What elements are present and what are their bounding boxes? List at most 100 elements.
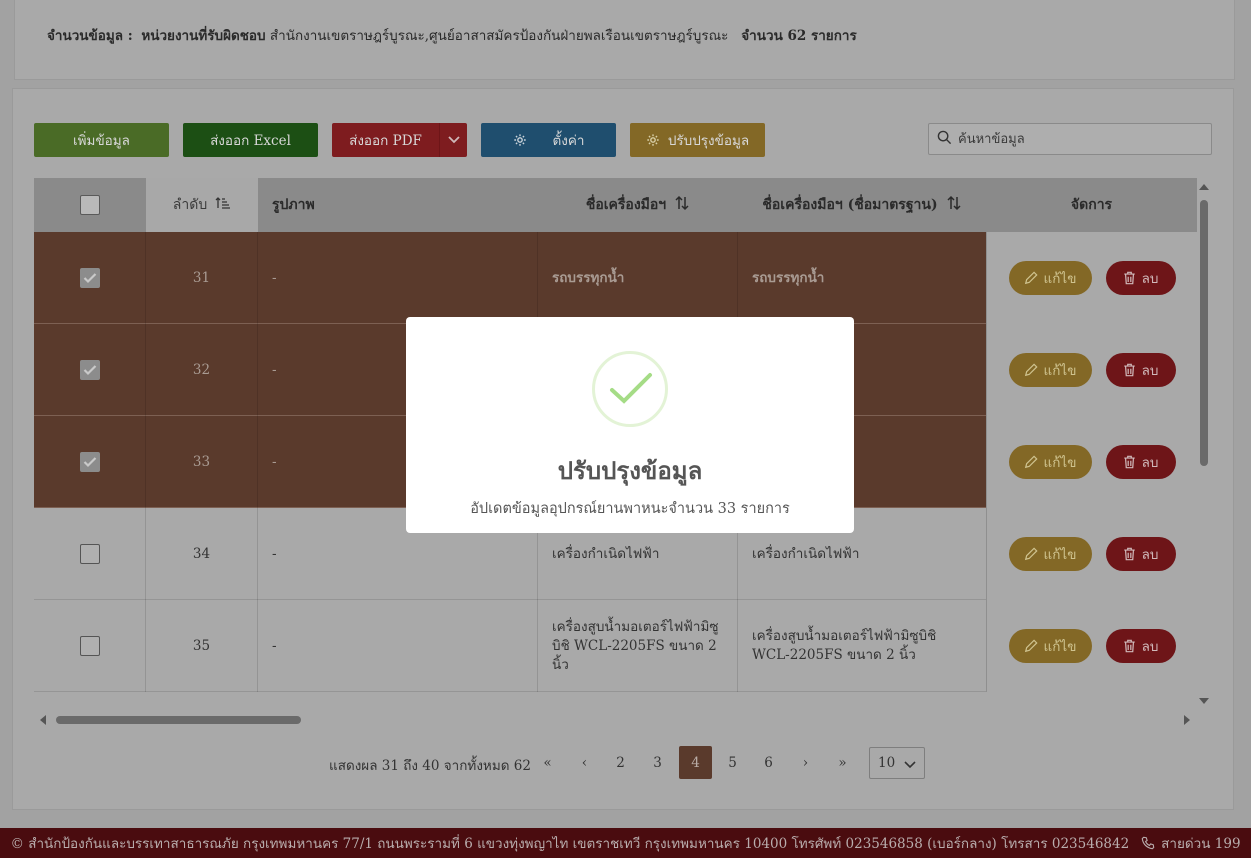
row-image: - <box>258 232 538 324</box>
row-checkbox[interactable] <box>79 544 100 564</box>
edit-button[interactable]: แก้ไข <box>1008 445 1092 479</box>
pencil-icon <box>1024 455 1038 469</box>
search-box[interactable] <box>928 123 1212 155</box>
row-actions: แก้ไข ลบ <box>986 508 1197 600</box>
vertical-scrollbar[interactable] <box>1197 182 1211 706</box>
row-actions: แก้ไข ลบ <box>986 416 1197 508</box>
row-actions: แก้ไข ลบ <box>986 324 1197 416</box>
edit-label: แก้ไข <box>1043 455 1077 471</box>
delete-label: ลบ <box>1141 271 1159 287</box>
row-check-cell <box>34 600 146 692</box>
row-checkbox[interactable] <box>79 360 100 380</box>
row-check-cell <box>34 508 146 600</box>
row-name: รถบรรทุกน้ำ <box>538 232 738 324</box>
current-page-button[interactable]: 4 <box>679 746 712 779</box>
trash-icon <box>1123 271 1136 285</box>
page-size-select[interactable]: 10 <box>869 747 925 779</box>
phone-icon <box>1141 836 1155 850</box>
agency-value: สำนักงานเขตราษฎร์บูรณะ,ศูนย์อาสาสมัครป้อ… <box>269 28 729 44</box>
settings-button[interactable]: ตั้งค่า <box>481 123 616 157</box>
export-excel-button[interactable]: ส่งออก Excel <box>183 123 318 157</box>
delete-button[interactable]: ลบ <box>1105 537 1176 571</box>
table-row[interactable]: 35 - เครื่องสูบน้ำมอเตอร์ไฟฟ้ามิซูบิชิ W… <box>34 600 1197 692</box>
success-modal: ปรับปรุงข้อมูล อัปเดตข้อมูลอุปกรณ์ยานพาห… <box>406 317 854 533</box>
row-order: 32 <box>146 324 258 416</box>
next-page-button[interactable]: › <box>789 746 822 779</box>
scroll-up-icon[interactable] <box>1199 184 1209 190</box>
delete-button[interactable]: ลบ <box>1105 629 1176 663</box>
header-image: รูปภาพ <box>258 178 538 232</box>
export-excel-label: ส่งออก Excel <box>210 133 291 149</box>
pencil-icon <box>1024 363 1038 377</box>
page-button[interactable]: 6 <box>752 746 785 779</box>
header-name[interactable]: ชื่อเครื่องมือฯ <box>538 178 738 232</box>
delete-button[interactable]: ลบ <box>1105 353 1176 387</box>
row-checkbox[interactable] <box>79 452 100 472</box>
table-row[interactable] <box>34 692 1197 712</box>
page-button[interactable]: 5 <box>716 746 749 779</box>
add-data-label: เพิ่มข้อมูล <box>73 133 130 149</box>
delete-label: ลบ <box>1141 639 1159 655</box>
edit-button[interactable]: แก้ไข <box>1008 629 1092 663</box>
header-name-label: ชื่อเครื่องมือฯ <box>585 197 667 213</box>
delete-label: ลบ <box>1141 363 1159 379</box>
row-checkbox[interactable] <box>79 268 100 288</box>
edit-button[interactable]: แก้ไข <box>1008 537 1092 571</box>
header-order[interactable]: ลำดับ <box>146 178 258 232</box>
scroll-down-icon[interactable] <box>1199 698 1209 704</box>
agency-label: หน่วยงานที่รับผิดชอบ <box>141 28 266 44</box>
delete-label: ลบ <box>1141 455 1159 471</box>
row-checkbox[interactable] <box>79 636 100 656</box>
row-check-cell <box>34 416 146 508</box>
header-select-all <box>34 178 146 232</box>
select-all-checkbox[interactable] <box>80 195 100 215</box>
update-data-label: ปรับปรุงข้อมูล <box>667 133 750 149</box>
trash-icon <box>1123 363 1136 377</box>
chevron-down-icon <box>904 757 916 773</box>
header-image-label: รูปภาพ <box>272 197 315 213</box>
page-size-value: 10 <box>878 755 896 771</box>
row-order: 34 <box>146 508 258 600</box>
add-data-button[interactable]: เพิ่มข้อมูล <box>34 123 169 157</box>
update-data-button[interactable]: ปรับปรุงข้อมูล <box>630 123 765 157</box>
edit-label: แก้ไข <box>1043 547 1077 563</box>
last-page-button[interactable]: » <box>826 746 859 779</box>
edit-button[interactable]: แก้ไข <box>1008 353 1092 387</box>
success-check-icon <box>592 351 668 427</box>
page-button[interactable]: 2 <box>604 746 637 779</box>
pagination-info: แสดงผล 31 ถึง 40 จากทั้งหมด 62 <box>329 758 531 774</box>
first-page-button[interactable]: « <box>531 746 564 779</box>
delete-button[interactable]: ลบ <box>1105 261 1176 295</box>
pencil-icon <box>1024 271 1038 285</box>
search-input[interactable] <box>958 131 1198 147</box>
prev-page-button[interactable]: ‹ <box>568 746 601 779</box>
search-icon <box>937 130 952 149</box>
page-button[interactable]: 3 <box>641 746 674 779</box>
vertical-scroll-thumb[interactable] <box>1200 200 1208 466</box>
header-std-name[interactable]: ชื่อเครื่องมือฯ (ชื่อมาตรฐาน) <box>738 178 986 232</box>
row-actions: แก้ไข ลบ <box>986 600 1197 692</box>
table-row[interactable]: 31 - รถบรรทุกน้ำ รถบรรทุกน้ำ แก้ไข ลบ <box>34 232 1197 324</box>
delete-button[interactable]: ลบ <box>1105 445 1176 479</box>
scroll-right-icon[interactable] <box>1184 715 1190 725</box>
horizontal-scrollbar[interactable] <box>38 712 1192 728</box>
settings-label: ตั้งค่า <box>552 133 585 149</box>
trash-icon <box>1123 547 1136 561</box>
modal-message: อัปเดตข้อมูลอุปกรณ์ยานพาหนะจำนวน 33 รายก… <box>470 501 790 517</box>
row-check-cell <box>34 324 146 416</box>
chevron-down-icon[interactable] <box>439 123 467 157</box>
row-order: 35 <box>146 600 258 692</box>
sort-icon <box>946 195 962 215</box>
pencil-icon <box>1024 639 1038 653</box>
row-order: 31 <box>146 232 258 324</box>
info-label: จำนวนข้อมูล : <box>47 28 133 44</box>
horizontal-scroll-thumb[interactable] <box>56 716 301 724</box>
header-manage: จัดการ <box>986 178 1197 232</box>
footer-hotline: สายด่วน 199 <box>1161 836 1241 852</box>
export-pdf-button[interactable]: ส่งออก PDF <box>332 123 467 157</box>
export-pdf-label: ส่งออก PDF <box>349 133 422 149</box>
edit-button[interactable]: แก้ไข <box>1008 261 1092 295</box>
scroll-left-icon[interactable] <box>40 715 46 725</box>
delete-label: ลบ <box>1141 547 1159 563</box>
edit-label: แก้ไข <box>1043 363 1077 379</box>
